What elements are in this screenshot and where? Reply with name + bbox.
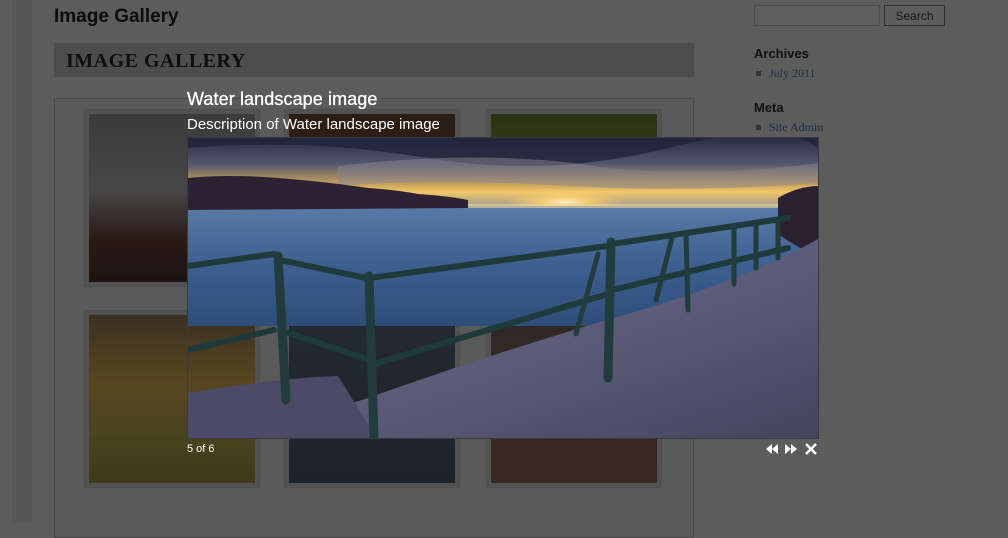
archive-link-july-2011[interactable]: July 2011 [754,66,816,81]
rewind-icon[interactable] [764,441,780,457]
lightbox-image[interactable] [187,137,819,439]
close-icon[interactable] [803,441,819,457]
archive-link-label[interactable]: July 2011 [769,66,816,80]
meta-link-label[interactable]: Site Admin [769,120,823,134]
archives-widget-title: Archives [754,46,809,61]
search-input[interactable] [754,5,880,26]
list-bullet [756,70,761,76]
lightbox-description: Description of Water landscape image [187,116,440,133]
page-edge [12,0,32,523]
page-heading: IMAGE GALLERY [66,50,246,72]
site-title[interactable]: Image Gallery [54,6,179,28]
page-heading-box: IMAGE GALLERY [54,43,694,77]
lightbox-counter: 5 of 6 [187,443,215,455]
list-bullet [756,124,761,130]
meta-link-site-admin[interactable]: Site Admin [754,120,823,135]
lightbox-title: Water landscape image [187,89,378,109]
meta-widget-title: Meta [754,100,784,115]
fast-forward-icon[interactable] [783,441,799,457]
search-button[interactable]: Search [884,5,945,26]
